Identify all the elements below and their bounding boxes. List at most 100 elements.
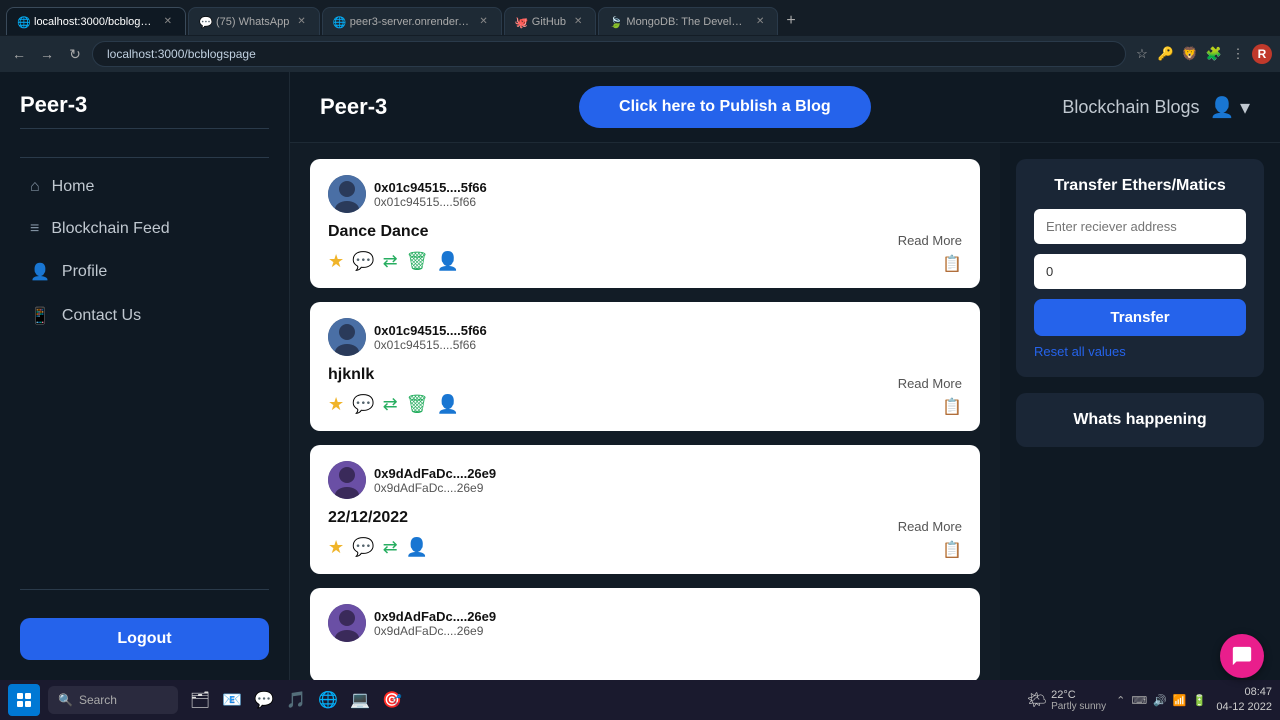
menu-icon[interactable]: ⋮ [1228,44,1248,64]
nav-items: ⌂ Home ≡ Blockchain Feed 👤 Profile 📱 Con… [20,166,269,581]
transfer-icon-1[interactable]: ⇄ [383,251,398,272]
header-logo: Peer-3 [320,94,387,120]
tab-4[interactable]: 🐙 GitHub ✕ [504,7,597,35]
publish-blog-button[interactable]: Click here to Publish a Blog [579,86,871,128]
back-button[interactable]: ← [8,43,30,65]
taskbar-icon-chat[interactable]: 💬 [250,686,278,714]
tab-favicon-3: 🌐 [333,16,345,28]
taskbar-clock[interactable]: 08:47 04-12 2022 [1216,685,1272,716]
tab-close-3[interactable]: ✕ [476,15,490,28]
tab-favicon-5: 🍃 [609,16,621,28]
taskbar-icon-files[interactable]: 🗂 [186,686,214,714]
delete-icon-2[interactable]: 🗑 [406,394,429,415]
taskbar-icon-vscode[interactable]: 💻 [346,686,374,714]
weather-info: 22°C Partly sunny [1051,689,1106,712]
profile-icon[interactable]: R [1252,44,1272,64]
tab-label-3: peer3-server.onrender.com [350,16,472,28]
read-more-3[interactable]: Read More [898,519,962,534]
start-grid-sq2 [25,693,31,699]
sidebar-item-label-profile: Profile [62,263,107,281]
bookmark-icon[interactable]: ☆ [1132,44,1152,64]
brave-icon[interactable]: 🦁 [1180,44,1200,64]
amount-input[interactable] [1034,254,1246,289]
chevron-up-icon[interactable]: ⌃ [1116,694,1125,707]
star-icon-3[interactable]: ★ [328,537,344,558]
refresh-button[interactable]: ↻ [64,43,86,65]
comment-icon-3[interactable]: 💬 [352,537,374,558]
address-input[interactable] [92,41,1126,67]
nav-divider-top [20,157,269,158]
user-add-icon-2[interactable]: 👤 [437,394,459,415]
new-tab-button[interactable]: + [780,12,801,30]
clipboard-icon-1[interactable]: 📋 [942,254,962,274]
blog-card-4: 0x9dAdFaDc....26e9 0x9dAdFaDc....26e9 [310,588,980,680]
logout-button[interactable]: Logout [20,618,269,660]
blog-title-1: Dance Dance [328,223,962,241]
tab-close-1[interactable]: ✕ [161,15,175,28]
sidebar-item-contact-us[interactable]: 📱 Contact Us [20,294,269,338]
clipboard-icon-2[interactable]: 📋 [942,397,962,417]
comment-icon-2[interactable]: 💬 [352,394,374,415]
taskbar: 🔍 Search 🗂 📧 💬 🎵 🌐 💻 🎯 🌤 22°C Partly sun… [0,680,1280,720]
clipboard-icon-3[interactable]: 📋 [942,540,962,560]
sidebar-logo: Peer-3 [20,92,269,129]
taskbar-weather: 🌤 22°C Partly sunny [1027,689,1106,712]
blog-card-header-2: 0x01c94515....5f66 0x01c94515....5f66 [328,318,962,356]
avatar-2 [328,318,366,356]
receiver-address-input[interactable] [1034,209,1246,244]
taskbar-search[interactable]: 🔍 Search [48,686,178,714]
tab-favicon-1: 🌐 [17,16,29,28]
user-menu-button[interactable]: 👤 ▾ [1209,95,1250,120]
extensions-icon[interactable]: 🧩 [1204,44,1224,64]
blog-card-header-3: 0x9dAdFaDc....26e9 0x9dAdFaDc....26e9 [328,461,962,499]
taskbar-sys-icons: ⌃ ⌨ 🔊 📶 🔋 [1116,694,1206,707]
tab-3[interactable]: 🌐 peer3-server.onrender.com ✕ [322,7,502,35]
clock-time: 08:47 [1216,685,1272,700]
transfer-button[interactable]: Transfer [1034,299,1246,336]
sidebar-item-label-home: Home [52,178,95,196]
tab-close-4[interactable]: ✕ [571,15,585,28]
taskbar-icon-spotify[interactable]: 🎵 [282,686,310,714]
right-panel: Transfer Ethers/Matics Transfer Reset al… [1000,143,1280,680]
weather-desc: Partly sunny [1051,701,1106,712]
sidebar-item-home[interactable]: ⌂ Home [20,166,269,208]
comment-icon-1[interactable]: 💬 [352,251,374,272]
sidebar-item-blockchain-feed[interactable]: ≡ Blockchain Feed [20,208,269,250]
sidebar-item-label-contact: Contact Us [62,307,141,325]
user-add-icon-1[interactable]: 👤 [437,251,459,272]
reset-values-button[interactable]: Reset all values [1034,344,1126,359]
tab-5[interactable]: 🍃 MongoDB: The Developer Data... ✕ [598,7,778,35]
main-content: 0x01c94515....5f66 0x01c94515....5f66 Da… [290,143,1280,680]
chat-bubble-button[interactable] [1220,634,1264,678]
author-address2-3: 0x9dAdFaDc....26e9 [374,481,496,495]
star-icon-1[interactable]: ★ [328,251,344,272]
start-button[interactable] [8,684,40,716]
sidebar-item-profile[interactable]: 👤 Profile [20,250,269,294]
forward-button[interactable]: → [36,43,58,65]
delete-icon-1[interactable]: 🗑 [406,251,429,272]
wifi-icon[interactable]: 📶 [1173,694,1187,707]
start-grid-sq3 [17,701,23,707]
star-icon-2[interactable]: ★ [328,394,344,415]
taskbar-icon-other[interactable]: 🎯 [378,686,406,714]
transfer-icon-2[interactable]: ⇄ [383,394,398,415]
taskbar-icon-chrome[interactable]: 🌐 [314,686,342,714]
toolbar-icons: ☆ 🔑 🦁 🧩 ⋮ R [1132,44,1272,64]
blog-title-2: hjknlk [328,366,962,384]
address-bar-row: ← → ↻ ☆ 🔑 🦁 🧩 ⋮ R [0,36,1280,72]
speaker-icon[interactable]: 🔊 [1153,694,1167,707]
tab-active[interactable]: 🌐 localhost:3000/bcblogspage ✕ [6,7,186,35]
profile-nav-icon: 👤 [30,262,50,282]
transfer-title: Transfer Ethers/Matics [1034,177,1246,195]
transfer-icon-3[interactable]: ⇄ [383,537,398,558]
taskbar-icon-mail[interactable]: 📧 [218,686,246,714]
read-more-2[interactable]: Read More [898,376,962,391]
tab-close-5[interactable]: ✕ [753,15,767,28]
extension-icon[interactable]: 🔑 [1156,44,1176,64]
tab-close-2[interactable]: ✕ [294,15,308,28]
tab-2[interactable]: 💬 (75) WhatsApp ✕ [188,7,320,35]
author-address2-1: 0x01c94515....5f66 [374,195,487,209]
user-add-icon-3[interactable]: 👤 [406,537,428,558]
taskbar-right: 🌤 22°C Partly sunny ⌃ ⌨ 🔊 📶 🔋 08:47 04-1… [1027,685,1272,716]
read-more-1[interactable]: Read More [898,233,962,248]
